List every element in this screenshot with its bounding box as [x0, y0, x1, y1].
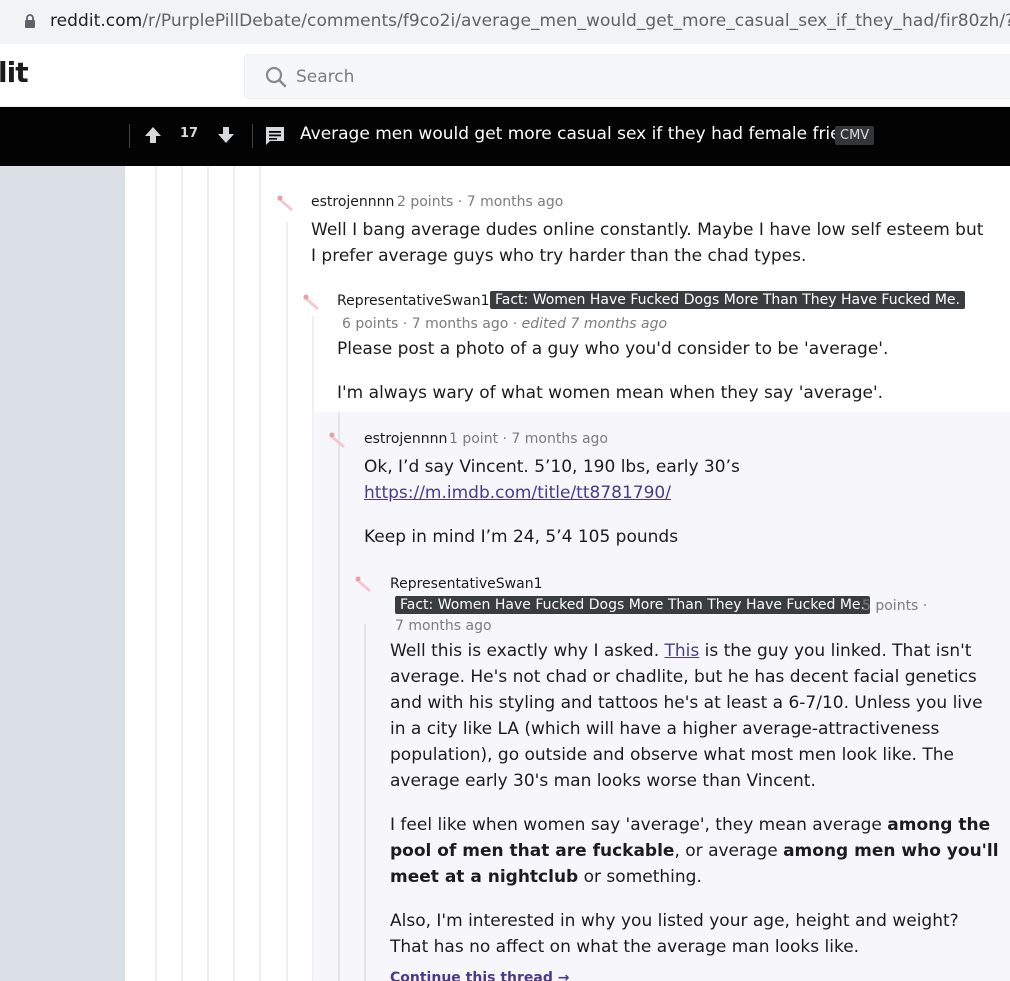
thread-line[interactable] — [364, 624, 366, 981]
thread-line[interactable] — [338, 412, 340, 981]
comment-text: Well this is exactly why I asked. This i… — [390, 641, 983, 791]
comment-author[interactable]: RepresentativeSwan1 — [390, 576, 542, 592]
search-input[interactable]: Search — [296, 67, 354, 87]
comment-body: Well I bang average dudes online constan… — [311, 217, 991, 287]
upvote-arrow-icon[interactable] — [143, 125, 163, 145]
url-text[interactable]: reddit.com/r/PurplePillDebate/comments/f… — [50, 11, 1010, 31]
user-flair: Fact: Women Have Fucked Dogs More Than T… — [490, 291, 965, 309]
user-avatar-icon[interactable] — [301, 292, 323, 314]
reddit-logo[interactable]: lit — [0, 56, 29, 89]
reddit-page: reddit.com/r/PurplePillDebate/comments/f… — [0, 0, 1010, 981]
thread-line[interactable] — [155, 166, 157, 981]
site-header: lit Search — [0, 44, 1010, 107]
comment-author[interactable]: estrojennnn — [311, 194, 394, 210]
comment-text: Also, I'm interested in why you listed y… — [390, 911, 959, 957]
page-gutter — [0, 166, 125, 981]
post-flair-badge: CMV — [835, 126, 875, 145]
comment-text: I'm always wary of what women mean when … — [337, 383, 884, 403]
comment-text: Ok, I’d say Vincent. 5’10, 190 lbs, earl… — [364, 457, 740, 477]
search-bar[interactable]: Search — [244, 54, 1010, 99]
divider — [129, 124, 130, 148]
comment-body: Please post a photo of a guy who you'd c… — [337, 336, 997, 424]
divider — [252, 124, 253, 148]
lock-icon — [25, 14, 35, 28]
comment-points: 5 points · — [862, 598, 928, 614]
thread-line[interactable] — [286, 222, 288, 981]
text-post-icon — [266, 127, 284, 145]
comment-area: estrojennnn 2 points · 7 months ago Well… — [125, 166, 1010, 981]
thread-line[interactable] — [207, 166, 209, 981]
comment-text: I feel like when women say 'average', th… — [390, 815, 999, 887]
comment-body: Ok, I’d say Vincent. 5’10, 190 lbs, earl… — [364, 454, 994, 550]
thread-line[interactable] — [259, 166, 261, 981]
post-top-bar: 17 Average men would get more casual sex… — [0, 107, 1010, 166]
this-link[interactable]: This — [665, 641, 700, 661]
comment-text: Please post a photo of a guy who you'd c… — [337, 339, 889, 359]
comment-text: Keep in mind I’m 24, 5’4 105 pounds — [364, 527, 679, 547]
comment-time: 7 months ago — [395, 618, 492, 634]
browser-address-bar[interactable]: reddit.com/r/PurplePillDebate/comments/f… — [0, 0, 1010, 44]
thread-line[interactable] — [181, 166, 183, 981]
post-title[interactable]: Average men would get more casual sex if… — [300, 124, 871, 144]
comment-text: Well I bang average dudes online constan… — [311, 220, 984, 266]
user-avatar-icon[interactable] — [275, 193, 297, 215]
continue-thread-link[interactable]: Continue this thread → — [390, 970, 569, 981]
user-flair: Fact: Women Have Fucked Dogs More Than T… — [395, 596, 870, 614]
post-score: 17 — [180, 126, 199, 141]
thread-line[interactable] — [233, 166, 235, 981]
user-avatar-icon[interactable] — [327, 430, 349, 452]
comment-author[interactable]: estrojennnn — [364, 431, 447, 447]
search-icon — [265, 66, 287, 88]
comment-meta: 6 points · 7 months ago · edited 7 month… — [342, 316, 668, 332]
comment-meta: 1 point · 7 months ago — [449, 431, 608, 447]
comment-author[interactable]: RepresentativeSwan1 — [337, 293, 489, 309]
comment-body: Well this is exactly why I asked. This i… — [390, 638, 1002, 978]
user-avatar-icon[interactable] — [353, 574, 375, 596]
comment-meta: 2 points · 7 months ago — [397, 194, 564, 210]
downvote-arrow-icon[interactable] — [216, 125, 236, 145]
imdb-link[interactable]: https://m.imdb.com/title/tt8781790/ — [364, 483, 671, 503]
